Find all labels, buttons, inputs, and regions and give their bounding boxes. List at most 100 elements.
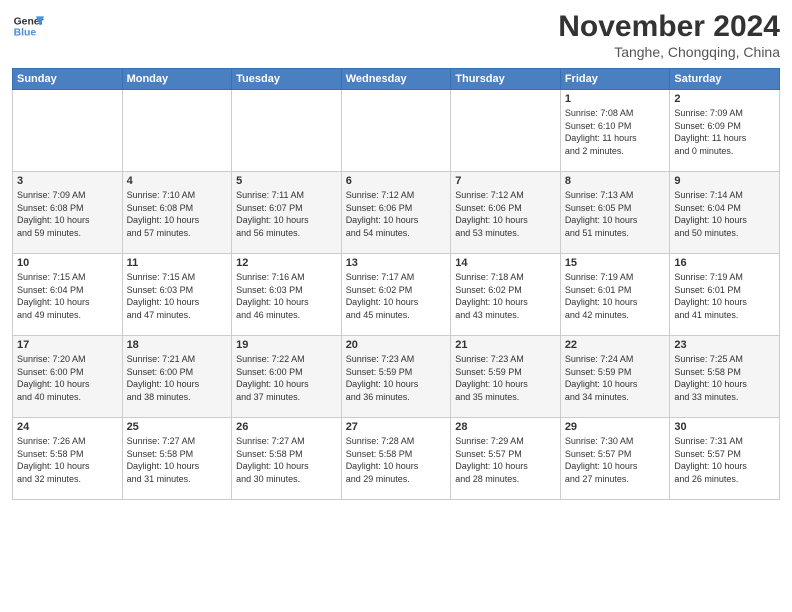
table-row: 9 Sunrise: 7:14 AM Sunset: 6:04 PM Daylig… [670,172,780,254]
day-number: 18 [127,339,228,351]
day-info: Sunrise: 7:24 AM Sunset: 5:59 PM Dayligh… [565,353,666,403]
day-info: Sunrise: 7:29 AM Sunset: 5:57 PM Dayligh… [455,435,556,485]
day-info: Sunrise: 7:19 AM Sunset: 6:01 PM Dayligh… [565,271,666,321]
page: General Blue November 2024 Tanghe, Chong… [0,0,792,510]
day-info: Sunrise: 7:20 AM Sunset: 6:00 PM Dayligh… [17,353,118,403]
table-row: 14 Sunrise: 7:18 AM Sunset: 6:02 PM Dayli… [451,254,561,336]
day-info: Sunrise: 7:12 AM Sunset: 6:06 PM Dayligh… [346,189,447,239]
day-number: 26 [236,421,337,433]
day-number: 8 [565,175,666,187]
col-wednesday: Wednesday [341,69,451,90]
day-info: Sunrise: 7:12 AM Sunset: 6:06 PM Dayligh… [455,189,556,239]
day-info: Sunrise: 7:25 AM Sunset: 5:58 PM Dayligh… [674,353,775,403]
day-info: Sunrise: 7:27 AM Sunset: 5:58 PM Dayligh… [127,435,228,485]
day-number: 4 [127,175,228,187]
day-info: Sunrise: 7:16 AM Sunset: 6:03 PM Dayligh… [236,271,337,321]
day-info: Sunrise: 7:10 AM Sunset: 6:08 PM Dayligh… [127,189,228,239]
table-row: 21 Sunrise: 7:23 AM Sunset: 5:59 PM Dayli… [451,336,561,418]
day-info: Sunrise: 7:27 AM Sunset: 5:58 PM Dayligh… [236,435,337,485]
day-number: 17 [17,339,118,351]
table-row: 1 Sunrise: 7:08 AM Sunset: 6:10 PM Daylig… [560,90,670,172]
day-number: 9 [674,175,775,187]
table-row: 28Sunrise: 7:29 AM Sunset: 5:57 PM Dayli… [451,418,561,500]
day-number: 27 [346,421,447,433]
day-info: Sunrise: 7:14 AM Sunset: 6:04 PM Dayligh… [674,189,775,239]
week-row-0: 1 Sunrise: 7:08 AM Sunset: 6:10 PM Daylig… [13,90,780,172]
day-info: Sunrise: 7:11 AM Sunset: 6:07 PM Dayligh… [236,189,337,239]
location: Tanghe, Chongqing, China [558,44,780,60]
title-block: November 2024 Tanghe, Chongqing, China [558,10,780,60]
table-row: 5 Sunrise: 7:11 AM Sunset: 6:07 PM Daylig… [232,172,342,254]
day-number: 16 [674,257,775,269]
table-row: 22 Sunrise: 7:24 AM Sunset: 5:59 PM Dayli… [560,336,670,418]
table-row: 30 Sunrise: 7:31 AM Sunset: 5:57 PM Dayli… [670,418,780,500]
day-number: 20 [346,339,447,351]
table-row: 13 Sunrise: 7:17 AM Sunset: 6:02 PM Dayli… [341,254,451,336]
day-number: 23 [674,339,775,351]
day-number: 3 [17,175,118,187]
day-info: Sunrise: 7:13 AM Sunset: 6:05 PM Dayligh… [565,189,666,239]
table-row: 15 Sunrise: 7:19 AM Sunset: 6:01 PM Dayli… [560,254,670,336]
table-row: 24Sunrise: 7:26 AM Sunset: 5:58 PM Dayli… [13,418,123,500]
table-row [13,90,123,172]
day-info: Sunrise: 7:09 AM Sunset: 6:08 PM Dayligh… [17,189,118,239]
day-number: 22 [565,339,666,351]
logo: General Blue [12,10,44,42]
table-row: 12Sunrise: 7:16 AM Sunset: 6:03 PM Dayli… [232,254,342,336]
day-info: Sunrise: 7:21 AM Sunset: 6:00 PM Dayligh… [127,353,228,403]
table-row: 8 Sunrise: 7:13 AM Sunset: 6:05 PM Daylig… [560,172,670,254]
table-row: 2Sunrise: 7:09 AM Sunset: 6:09 PM Daylig… [670,90,780,172]
day-number: 21 [455,339,556,351]
table-row: 3 Sunrise: 7:09 AM Sunset: 6:08 PM Daylig… [13,172,123,254]
table-row: 18 Sunrise: 7:21 AM Sunset: 6:00 PM Dayli… [122,336,232,418]
table-row: 7 Sunrise: 7:12 AM Sunset: 6:06 PM Daylig… [451,172,561,254]
table-row: 6 Sunrise: 7:12 AM Sunset: 6:06 PM Daylig… [341,172,451,254]
week-row-1: 3 Sunrise: 7:09 AM Sunset: 6:08 PM Daylig… [13,172,780,254]
week-row-3: 17 Sunrise: 7:20 AM Sunset: 6:00 PM Dayli… [13,336,780,418]
day-info: Sunrise: 7:30 AM Sunset: 5:57 PM Dayligh… [565,435,666,485]
day-info: Sunrise: 7:18 AM Sunset: 6:02 PM Dayligh… [455,271,556,321]
day-number: 11 [127,257,228,269]
logo-icon: General Blue [12,10,44,42]
col-monday: Monday [122,69,232,90]
table-row [122,90,232,172]
col-tuesday: Tuesday [232,69,342,90]
day-number: 7 [455,175,556,187]
day-number: 2 [674,93,775,105]
day-info: Sunrise: 7:31 AM Sunset: 5:57 PM Dayligh… [674,435,775,485]
day-info: Sunrise: 7:17 AM Sunset: 6:02 PM Dayligh… [346,271,447,321]
table-row [232,90,342,172]
day-number: 14 [455,257,556,269]
table-row: 27 Sunrise: 7:28 AM Sunset: 5:58 PM Dayli… [341,418,451,500]
day-number: 5 [236,175,337,187]
table-row: 19Sunrise: 7:22 AM Sunset: 6:00 PM Dayli… [232,336,342,418]
day-info: Sunrise: 7:23 AM Sunset: 5:59 PM Dayligh… [346,353,447,403]
day-info: Sunrise: 7:15 AM Sunset: 6:03 PM Dayligh… [127,271,228,321]
day-info: Sunrise: 7:08 AM Sunset: 6:10 PM Dayligh… [565,107,666,157]
day-number: 6 [346,175,447,187]
month-title: November 2024 [558,10,780,44]
table-row: 25 Sunrise: 7:27 AM Sunset: 5:58 PM Dayli… [122,418,232,500]
day-number: 19 [236,339,337,351]
table-row: 26 Sunrise: 7:27 AM Sunset: 5:58 PM Dayli… [232,418,342,500]
header-row: Sunday Monday Tuesday Wednesday Thursday… [13,69,780,90]
day-number: 29 [565,421,666,433]
col-saturday: Saturday [670,69,780,90]
day-number: 13 [346,257,447,269]
day-number: 25 [127,421,228,433]
col-thursday: Thursday [451,69,561,90]
day-info: Sunrise: 7:28 AM Sunset: 5:58 PM Dayligh… [346,435,447,485]
table-row: 20 Sunrise: 7:23 AM Sunset: 5:59 PM Dayli… [341,336,451,418]
calendar-table: Sunday Monday Tuesday Wednesday Thursday… [12,68,780,500]
day-number: 1 [565,93,666,105]
col-sunday: Sunday [13,69,123,90]
table-row [451,90,561,172]
table-row: 29 Sunrise: 7:30 AM Sunset: 5:57 PM Dayli… [560,418,670,500]
day-number: 15 [565,257,666,269]
day-info: Sunrise: 7:23 AM Sunset: 5:59 PM Dayligh… [455,353,556,403]
day-number: 10 [17,257,118,269]
day-number: 30 [674,421,775,433]
week-row-4: 24Sunrise: 7:26 AM Sunset: 5:58 PM Dayli… [13,418,780,500]
table-row: 16Sunrise: 7:19 AM Sunset: 6:01 PM Dayli… [670,254,780,336]
table-row: 10Sunrise: 7:15 AM Sunset: 6:04 PM Dayli… [13,254,123,336]
